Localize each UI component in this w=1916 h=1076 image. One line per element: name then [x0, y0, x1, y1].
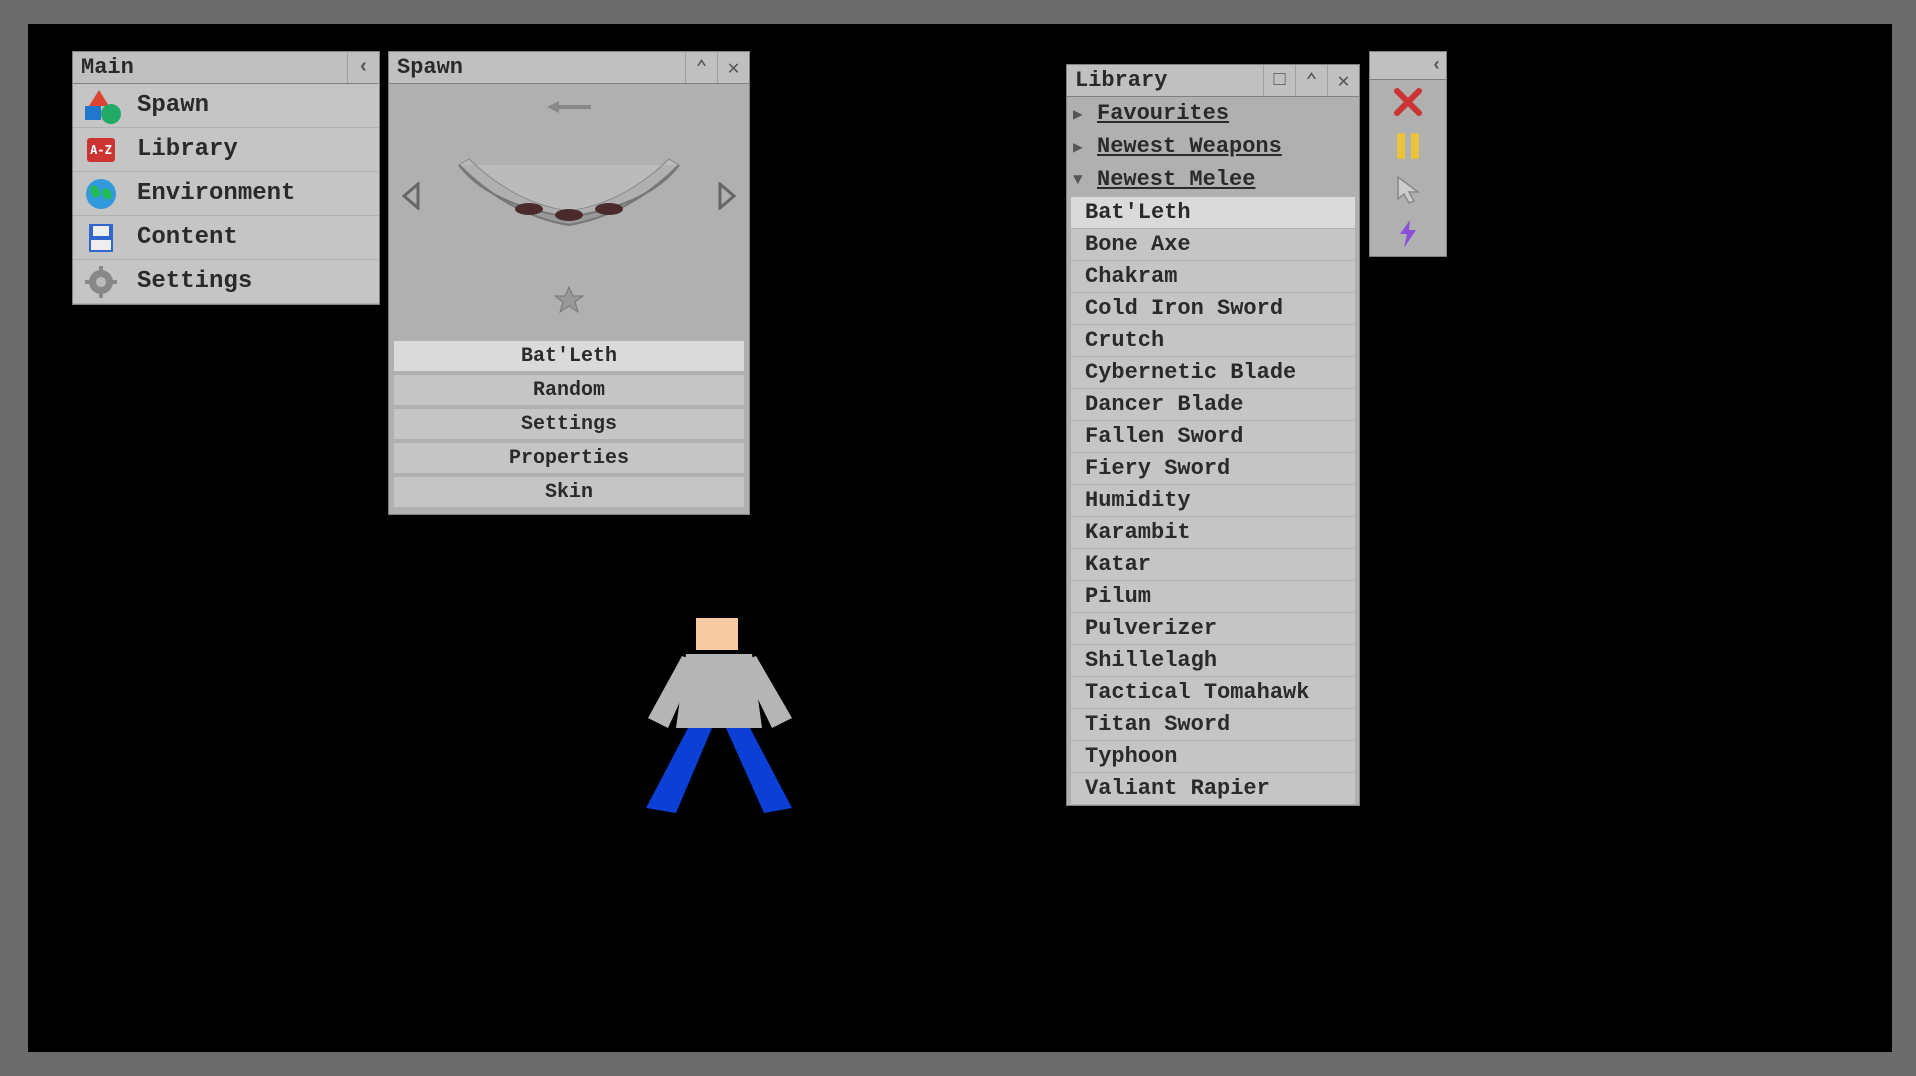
- library-item[interactable]: Bone Axe: [1071, 229, 1355, 260]
- spawn-panel-header: Spawn ⌃ ✕: [389, 52, 749, 84]
- svg-text:A-Z: A-Z: [90, 143, 112, 157]
- main-item-label: Settings: [137, 268, 252, 295]
- library-item[interactable]: Pulverizer: [1071, 613, 1355, 644]
- library-item[interactable]: Crutch: [1071, 325, 1355, 356]
- floppy-icon: [77, 219, 125, 257]
- main-panel-title: Main: [81, 55, 134, 80]
- spawn-selected-item[interactable]: Bat'Leth: [393, 340, 745, 372]
- library-item[interactable]: Humidity: [1071, 485, 1355, 516]
- back-arrow-icon[interactable]: [399, 100, 739, 119]
- spawn-random-button[interactable]: Random: [393, 374, 745, 406]
- spawn-properties-button[interactable]: Properties: [393, 442, 745, 474]
- library-category-favourites[interactable]: ▶ Favourites: [1067, 97, 1359, 130]
- game-area: Main ‹ Spawn A-Z Library: [28, 24, 1892, 1052]
- main-item-settings[interactable]: Settings: [73, 260, 379, 304]
- library-item[interactable]: Fallen Sword: [1071, 421, 1355, 452]
- main-item-content[interactable]: Content: [73, 216, 379, 260]
- main-item-label: Environment: [137, 180, 295, 207]
- library-category-newest-melee[interactable]: ▼ Newest Melee: [1067, 163, 1359, 196]
- arrow-right-icon: ▶: [1073, 104, 1097, 124]
- library-item[interactable]: Shillelagh: [1071, 645, 1355, 676]
- library-category-label: Newest Melee: [1097, 167, 1255, 192]
- collapse-left-icon[interactable]: ‹: [347, 52, 379, 83]
- maximize-icon[interactable]: □: [1263, 65, 1295, 96]
- library-panel-header: Library □ ⌃ ✕: [1067, 65, 1359, 97]
- main-item-label: Content: [137, 224, 238, 251]
- spawn-skin-button[interactable]: Skin: [393, 476, 745, 508]
- library-category-newest-weapons[interactable]: ▶ Newest Weapons: [1067, 130, 1359, 163]
- main-item-label: Library: [137, 136, 238, 163]
- close-icon[interactable]: ✕: [717, 52, 749, 83]
- library-item[interactable]: Bat'Leth: [1071, 197, 1355, 228]
- library-category-label: Newest Weapons: [1097, 134, 1282, 159]
- cursor-tool-icon[interactable]: [1370, 168, 1446, 212]
- collapse-up-icon[interactable]: ⌃: [1295, 65, 1327, 96]
- spawn-panel-title: Spawn: [397, 55, 463, 80]
- spawn-settings-button[interactable]: Settings: [393, 408, 745, 440]
- library-item[interactable]: Karambit: [1071, 517, 1355, 548]
- main-panel: Main ‹ Spawn A-Z Library: [72, 51, 380, 305]
- collapse-up-icon[interactable]: ⌃: [685, 52, 717, 83]
- main-item-library[interactable]: A-Z Library: [73, 128, 379, 172]
- prev-arrow-icon[interactable]: [399, 182, 423, 219]
- library-item[interactable]: Cold Iron Sword: [1071, 293, 1355, 324]
- main-panel-header: Main ‹: [73, 52, 379, 84]
- next-arrow-icon[interactable]: [715, 182, 739, 219]
- library-panel-title: Library: [1075, 68, 1167, 93]
- player-character: [640, 618, 800, 818]
- main-item-environment[interactable]: Environment: [73, 172, 379, 216]
- spawn-preview: [389, 84, 749, 340]
- globe-icon: [77, 175, 125, 213]
- library-item[interactable]: Pilum: [1071, 581, 1355, 612]
- az-icon: A-Z: [77, 131, 125, 169]
- library-item[interactable]: Dancer Blade: [1071, 389, 1355, 420]
- arrow-down-icon: ▼: [1073, 171, 1097, 189]
- right-toolbar: ‹: [1369, 51, 1447, 257]
- main-item-spawn[interactable]: Spawn: [73, 84, 379, 128]
- delete-tool-icon[interactable]: [1370, 80, 1446, 124]
- spawn-panel: Spawn ⌃ ✕: [388, 51, 750, 515]
- main-item-label: Spawn: [137, 92, 209, 119]
- library-category-label: Favourites: [1097, 101, 1229, 126]
- gear-icon: [77, 263, 125, 301]
- item-preview-image: [444, 140, 694, 260]
- library-item[interactable]: Fiery Sword: [1071, 453, 1355, 484]
- library-item[interactable]: Tactical Tomahawk: [1071, 677, 1355, 708]
- library-panel: Library □ ⌃ ✕ ▶ Favourites ▶ Newest Weap…: [1066, 64, 1360, 806]
- shapes-icon: [77, 87, 125, 125]
- main-menu-list: Spawn A-Z Library Environment Content: [73, 84, 379, 304]
- arrow-right-icon: ▶: [1073, 137, 1097, 157]
- lightning-tool-icon[interactable]: [1370, 212, 1446, 256]
- library-item[interactable]: Cybernetic Blade: [1071, 357, 1355, 388]
- library-item[interactable]: Typhoon: [1071, 741, 1355, 772]
- library-item[interactable]: Chakram: [1071, 261, 1355, 292]
- toolbar-header: ‹: [1370, 52, 1446, 80]
- favourite-star-icon[interactable]: [399, 285, 739, 320]
- pause-tool-icon[interactable]: [1370, 124, 1446, 168]
- library-item[interactable]: Valiant Rapier: [1071, 773, 1355, 804]
- collapse-left-icon[interactable]: ‹: [1431, 56, 1442, 76]
- close-icon[interactable]: ✕: [1327, 65, 1359, 96]
- library-body[interactable]: ▶ Favourites ▶ Newest Weapons ▼ Newest M…: [1067, 97, 1359, 805]
- library-item[interactable]: Titan Sword: [1071, 709, 1355, 740]
- library-item[interactable]: Katar: [1071, 549, 1355, 580]
